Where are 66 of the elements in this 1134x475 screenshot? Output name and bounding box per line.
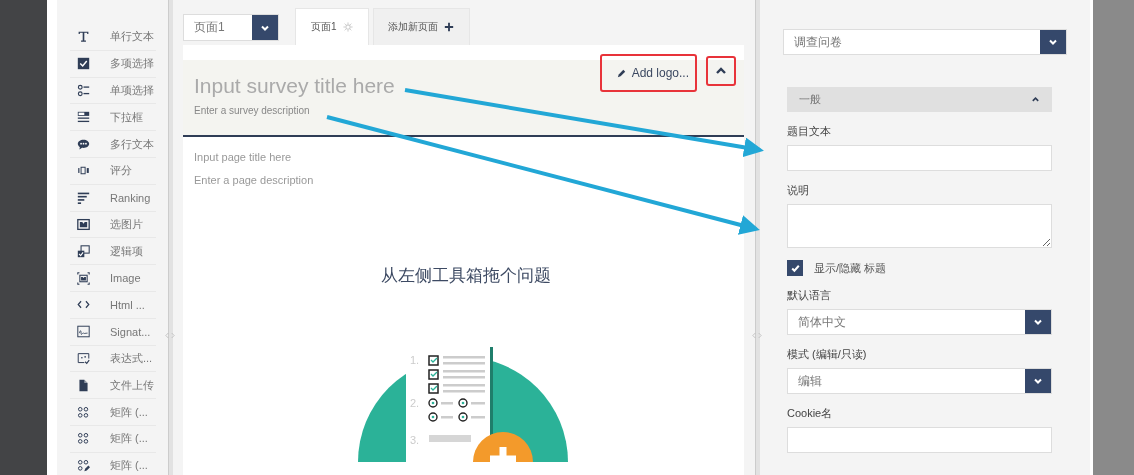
input-field[interactable] (787, 427, 1052, 453)
page-tab[interactable]: 页面1 (295, 8, 369, 45)
text-area[interactable] (787, 204, 1052, 248)
boolean-icon (77, 244, 90, 258)
file-icon (77, 378, 90, 392)
add-page-tab[interactable]: 添加新页面 (372, 8, 470, 45)
field-label: 模式 (编辑/只读) (787, 347, 867, 362)
dropdown-field[interactable]: 编辑 (787, 368, 1052, 394)
pencil-icon (615, 67, 627, 79)
field-label: Cookie名 (787, 406, 833, 421)
ranking-icon (77, 191, 90, 205)
toolbox-item[interactable]: 矩阵 (... (70, 452, 156, 475)
field-label: 显示/隐藏 标题 (814, 260, 887, 276)
toolbox-item[interactable]: Ranking (70, 184, 156, 212)
toolbox-item[interactable]: 文件上传 (70, 372, 156, 400)
toolbox-item[interactable]: 单项选择 (70, 77, 156, 105)
toolbox-item[interactable]: 选图片 (70, 211, 156, 239)
toolbox-item[interactable]: 单行文本 (70, 24, 156, 51)
chevron-down-icon (1033, 376, 1043, 386)
dropdown-icon (77, 110, 90, 124)
page-title-field[interactable]: Input page title here (194, 151, 394, 163)
chevron-down-icon (1033, 317, 1043, 327)
toolbox-item[interactable]: Html ... (70, 291, 156, 319)
toolbox-item[interactable]: 下拉框 (70, 104, 156, 132)
dropdown-field[interactable]: 简体中文 (787, 309, 1052, 335)
imagepicker-icon (77, 217, 90, 231)
matrix-icon (77, 432, 90, 446)
chevron-down-icon (1048, 37, 1058, 47)
chevron-up-icon (1031, 95, 1040, 104)
add-logo-button[interactable]: Add logo... (599, 54, 697, 92)
section-header[interactable]: 一般 (787, 87, 1052, 112)
toolbox-item[interactable]: 多行文本 (70, 131, 156, 158)
toolbox-item[interactable]: 矩阵 (... (70, 425, 156, 453)
splitter-handle-icon[interactable] (165, 332, 175, 339)
toolbox-item[interactable]: 逻辑项 (70, 238, 156, 266)
toolbox-item[interactable]: 矩阵 (... (70, 399, 156, 426)
survey-description-field[interactable]: Enter a survey description (194, 105, 394, 116)
empty-page-message: 从左侧工具箱拖个问题 (380, 265, 551, 287)
expression-icon (77, 351, 90, 365)
checkbox[interactable] (787, 260, 803, 276)
survey-title-field[interactable]: Input survey title here (194, 74, 494, 98)
image-icon (77, 271, 90, 285)
collapse-button[interactable] (706, 56, 736, 86)
radiogroup-icon (77, 84, 90, 97)
checkmark-icon (789, 262, 801, 274)
toolbox-item[interactable]: 表达式... (70, 345, 156, 373)
gear-icon[interactable] (342, 22, 353, 32)
checkbox-icon (77, 57, 90, 71)
field-label: 题目文本 (787, 124, 831, 139)
object-select[interactable]: 调查问卷 (783, 29, 1067, 55)
matrixedit-icon (77, 459, 90, 473)
splitter-handle-icon[interactable] (752, 332, 762, 339)
field-label: 默认语言 (787, 288, 831, 303)
toolbox-item[interactable]: 多项选择 (70, 50, 156, 78)
comment-icon (77, 137, 90, 151)
page-description-field[interactable]: Enter a page description (194, 174, 394, 186)
plus-icon (443, 22, 454, 32)
toolbox-item[interactable]: Signat... (70, 318, 156, 346)
toolbox-item[interactable]: Image (70, 265, 156, 292)
text-icon (77, 30, 90, 44)
input-field[interactable] (787, 145, 1052, 171)
signature-icon (77, 325, 90, 339)
toolbox-item[interactable]: 评分 (70, 158, 156, 185)
field-label: 说明 (787, 183, 809, 198)
matrix-icon (77, 405, 90, 419)
page-select[interactable]: 页面1 (183, 14, 279, 41)
